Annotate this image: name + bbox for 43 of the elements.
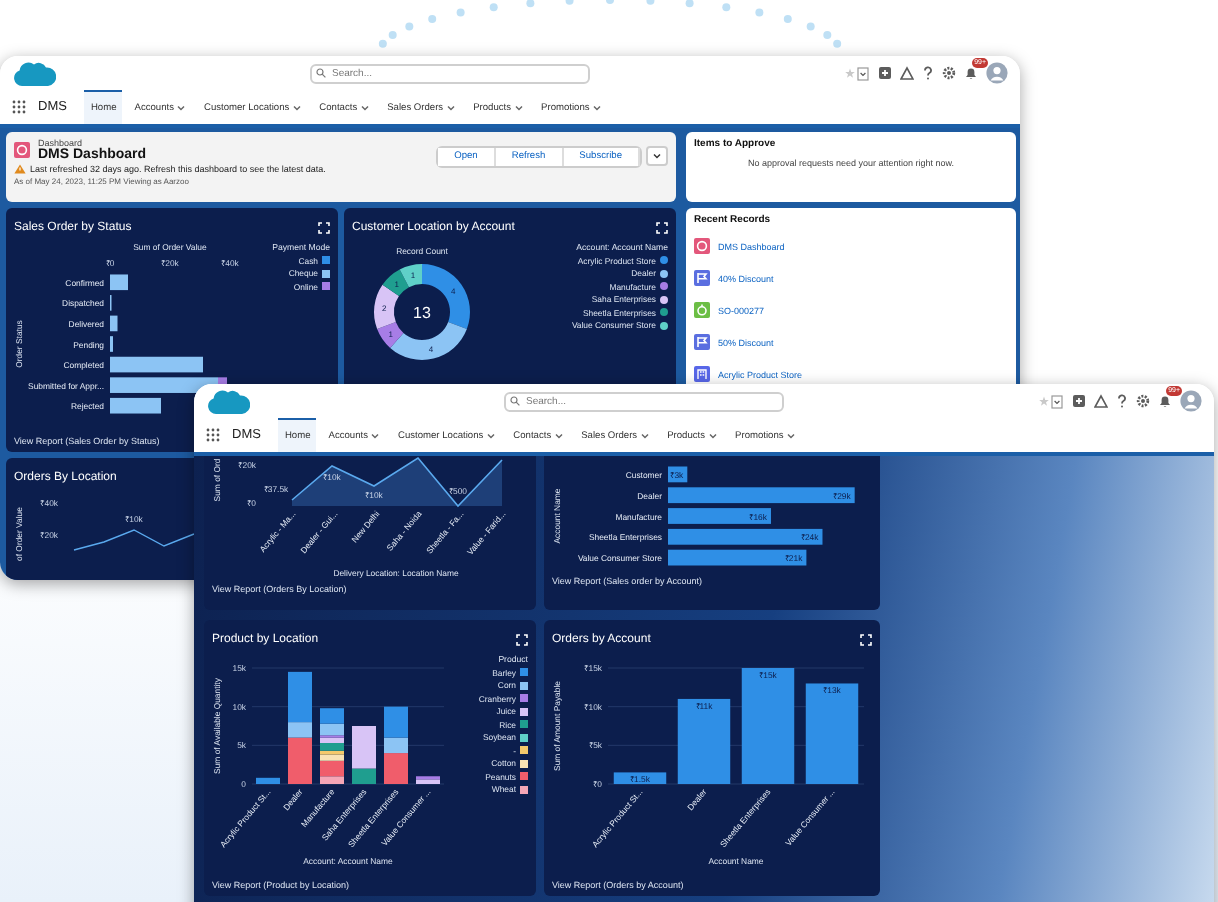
search-icon: [316, 68, 326, 78]
app-launcher-icon[interactable]: [206, 428, 220, 442]
add-icon[interactable]: [1072, 394, 1086, 408]
app-launcher-icon[interactable]: [12, 100, 26, 114]
help-icon[interactable]: [922, 66, 934, 80]
caret-icon: [369, 432, 380, 440]
caret-icon: [513, 104, 524, 112]
cloud-logo-icon: [12, 58, 56, 88]
caret-icon: [785, 432, 796, 440]
flag-icon: [694, 270, 710, 286]
caret-icon: [639, 432, 650, 440]
caret-icon: [707, 432, 718, 440]
expand-icon: [318, 221, 330, 233]
expand-icon: [516, 633, 528, 645]
bell-icon[interactable]: [1158, 394, 1172, 408]
ring-icon: [694, 302, 710, 318]
expand-icon: [860, 633, 872, 645]
caret-icon: [291, 104, 302, 112]
caret-icon: [359, 104, 370, 112]
help-icon[interactable]: [1116, 394, 1128, 408]
settings-icon[interactable]: [1136, 394, 1150, 408]
flag-icon: [694, 334, 710, 350]
mountain-icon[interactable]: [900, 66, 914, 80]
star-dropdown-icon[interactable]: [844, 65, 870, 81]
mountain-icon[interactable]: [1094, 394, 1108, 408]
caret-icon: [591, 104, 602, 112]
settings-icon[interactable]: [942, 66, 956, 80]
cloud-logo-icon: [206, 386, 250, 416]
bell-icon[interactable]: [964, 66, 978, 80]
caret-icon: [445, 104, 456, 112]
caret-icon: [652, 152, 662, 160]
total-label: 13: [413, 304, 431, 322]
gauge-icon: [14, 142, 30, 158]
menu-dropdown-button[interactable]: [646, 146, 668, 166]
caret-icon: [485, 432, 496, 440]
expand-icon: [656, 221, 668, 233]
caret-icon: [553, 432, 564, 440]
add-icon[interactable]: [878, 66, 892, 80]
warning-icon: [14, 164, 26, 174]
star-dropdown-icon[interactable]: [1038, 393, 1064, 409]
caret-icon: [175, 104, 186, 112]
search-icon: [510, 396, 520, 406]
gauge-icon: [694, 238, 710, 254]
